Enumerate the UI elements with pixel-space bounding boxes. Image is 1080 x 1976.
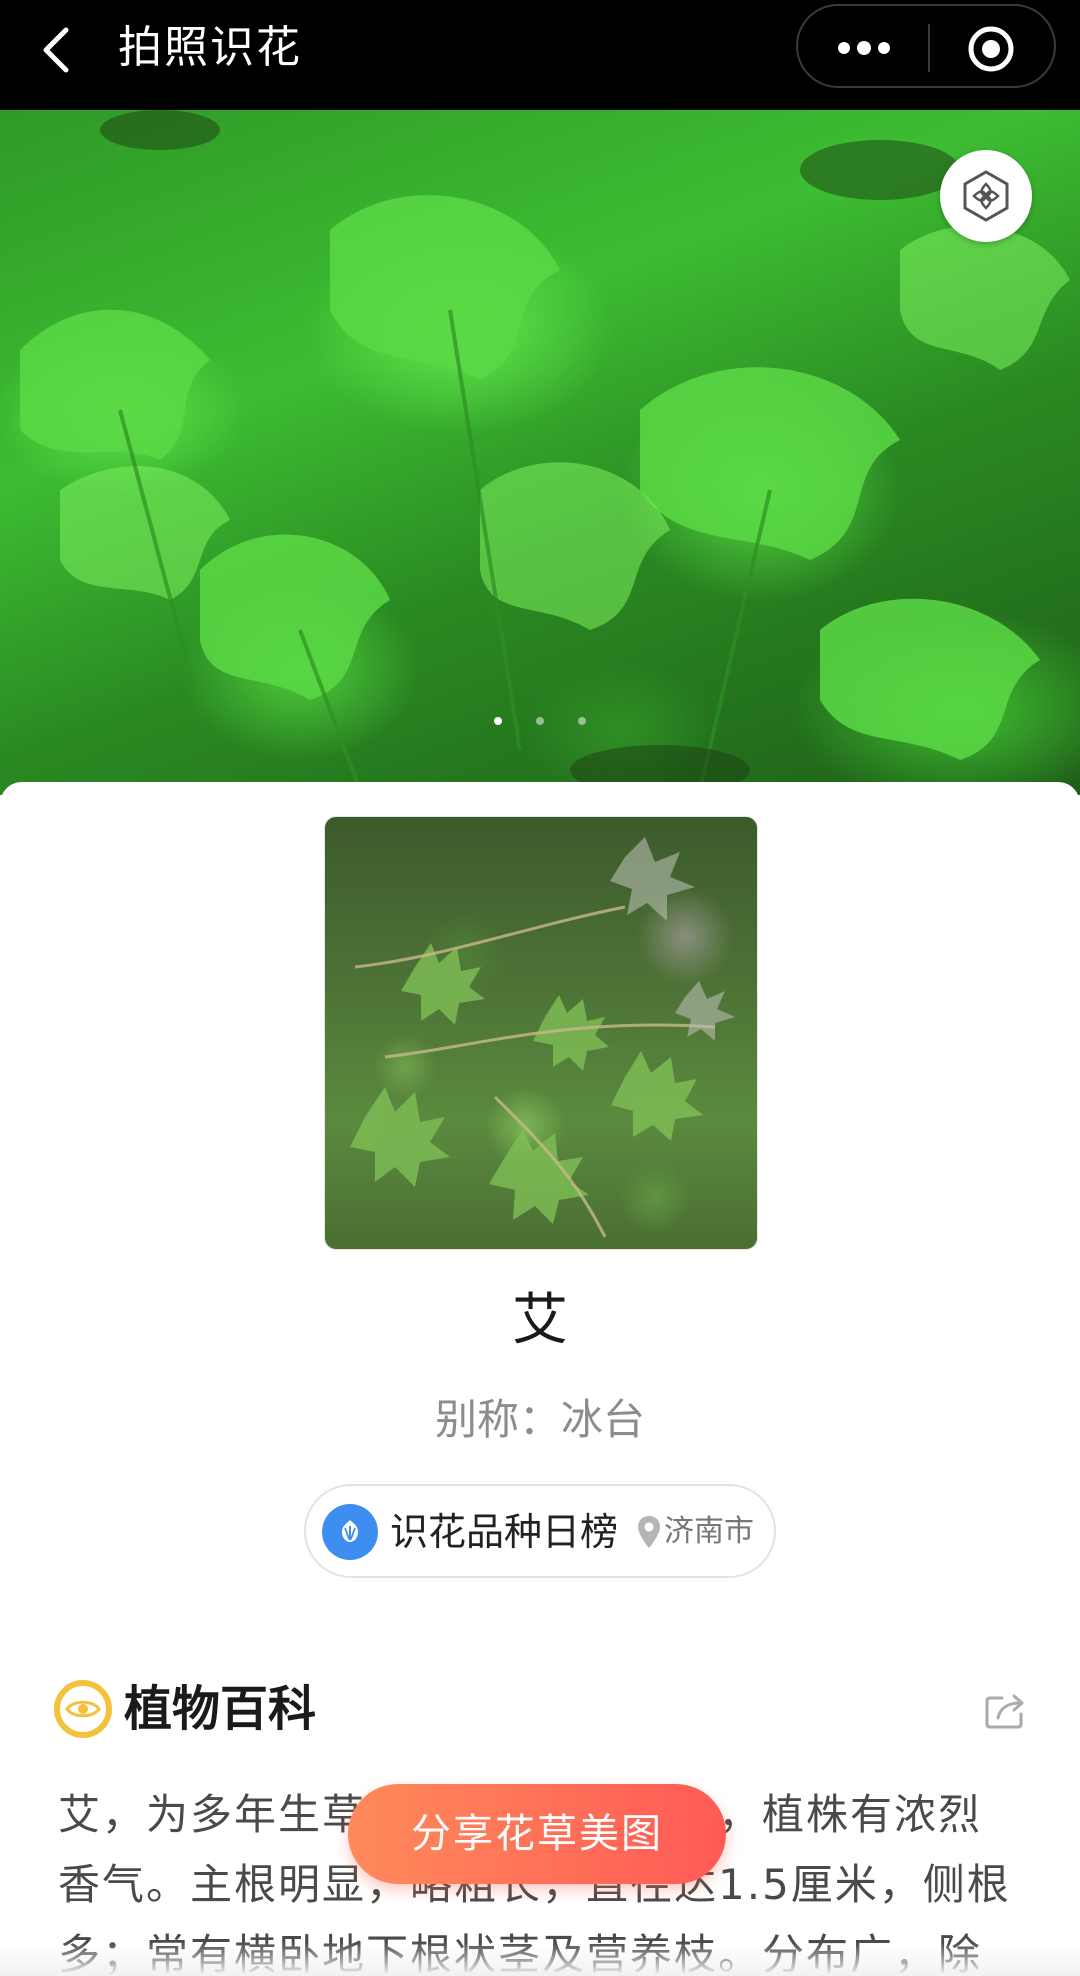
hero-photo-carousel[interactable] [0, 110, 1080, 795]
mini-program-capsule [796, 4, 1056, 88]
target-circle-icon[interactable] [966, 24, 1016, 74]
plant-alias: 别称：冰台 [434, 1395, 645, 1444]
location-city: 济南市 [664, 1514, 754, 1549]
eye-icon [54, 1680, 112, 1738]
carousel-dot[interactable] [578, 717, 586, 725]
bottom-fade [0, 1942, 1080, 1976]
chevron-left-icon[interactable] [38, 22, 78, 78]
location-pin-icon [638, 1516, 660, 1548]
plant-thumbnail[interactable] [324, 816, 758, 1250]
share-photos-button[interactable]: 分享花草美图 [348, 1784, 726, 1884]
plant-thumbnail-image [350, 837, 735, 1238]
hero-photo [20, 110, 1070, 795]
top-navbar: 拍照识花 [0, 0, 1080, 110]
more-dots-icon[interactable] [834, 26, 894, 70]
share-icon[interactable] [984, 1690, 1026, 1730]
encyclopedia-header: 植物百科 [54, 1676, 1026, 1746]
plant-name: 艾 [512, 1288, 568, 1353]
flower-hexagon-icon [963, 170, 1009, 222]
section-title: 植物百科 [124, 1681, 317, 1737]
daily-rank-label: 识花品种日榜 [390, 1510, 619, 1554]
tulip-icon [322, 1504, 378, 1560]
carousel-dot[interactable] [536, 717, 544, 725]
flower-hexagon-button[interactable] [940, 150, 1032, 242]
carousel-indicator [0, 710, 1080, 725]
capsule-divider [928, 24, 930, 72]
page-title: 拍照识花 [118, 22, 302, 73]
daily-rank-button[interactable]: 识花品种日榜 济南市 [304, 1484, 776, 1578]
carousel-dot-active[interactable] [494, 717, 502, 725]
